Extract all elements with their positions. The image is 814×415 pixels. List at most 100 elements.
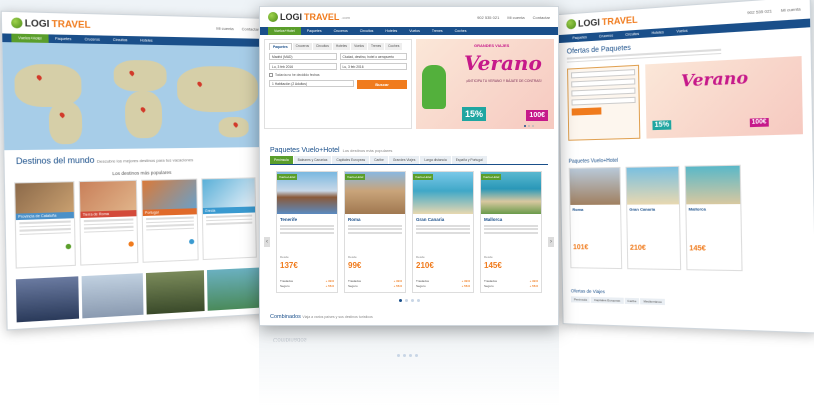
pager-dot[interactable] — [399, 299, 402, 302]
destination-caption: Provincia de Cataluña — [16, 212, 74, 220]
search-tab[interactable]: Cruceros — [293, 43, 312, 50]
pager-dot[interactable] — [524, 125, 526, 127]
nav-item[interactable]: Trenes — [426, 27, 449, 35]
package-tab[interactable]: Grandes Viajes — [389, 156, 419, 164]
go-arrow-icon[interactable] — [128, 241, 133, 246]
phone-link[interactable]: 902 535 021 — [477, 15, 499, 20]
top-link[interactable]: 902 535 021 — [747, 8, 772, 15]
date-back-field[interactable]: Lu, 3 feb 2016 — [340, 63, 408, 70]
world-map[interactable] — [2, 42, 268, 150]
search-field[interactable] — [571, 88, 635, 97]
checkbox-icon[interactable] — [269, 73, 273, 77]
carousel-prev-arrow[interactable]: ‹ — [264, 237, 270, 247]
destination-photo[interactable] — [145, 270, 204, 314]
top-link[interactable]: Mi cuenta — [781, 6, 801, 13]
banner-title: Verano — [681, 67, 749, 90]
combinados-section: Combinados Viaja a varios países y sus d… — [270, 314, 558, 320]
right-tab[interactable]: Mediterráneo — [640, 298, 665, 305]
nav-item[interactable]: Paquetes — [301, 27, 328, 35]
carousel-next-arrow[interactable]: › — [548, 237, 554, 247]
destination-card[interactable]: Portugal — [141, 179, 199, 263]
package-extras: Traslados + 39 € Seguro + 56 € — [280, 278, 334, 288]
search-tab[interactable]: Coches — [385, 43, 402, 50]
search-tab[interactable]: Vuelos — [351, 43, 367, 50]
date-out-field[interactable]: Lu, 3 feb 2016 — [269, 63, 337, 70]
top-link[interactable]: Mi cuenta — [216, 25, 234, 30]
banner-pager — [524, 125, 534, 127]
search-tab[interactable]: Circuitos — [313, 43, 332, 50]
nav-item[interactable]: Vuelos+Hotel — [268, 27, 301, 35]
nav-item[interactable]: Circuitos — [354, 27, 380, 35]
search-tab[interactable]: Hoteles — [333, 43, 350, 50]
search-field[interactable] — [571, 78, 635, 87]
destination-card[interactable]: Grecia — [201, 177, 257, 260]
left-logo[interactable]: LOGI TRAVEL — [11, 17, 91, 30]
destination-photo[interactable] — [207, 267, 264, 310]
nav-item[interactable]: Coches — [449, 27, 473, 35]
pager-dot[interactable] — [405, 299, 408, 302]
destination-text — [81, 218, 137, 232]
right-tab[interactable]: Caribe — [624, 298, 639, 305]
nav-item[interactable]: Vuelos — [403, 27, 426, 35]
nav-item[interactable]: Hoteles — [645, 28, 670, 38]
origin-field[interactable]: Madrid (MAD) — [269, 53, 337, 60]
destination-caption: Portugal — [143, 208, 197, 216]
package-tab[interactable]: Caribe — [370, 156, 388, 164]
search-button[interactable] — [572, 107, 602, 115]
package-card[interactable]: Vuelo+Hotel Tenerife Desde 137€ Traslado… — [276, 171, 338, 293]
nav-item[interactable]: Hoteles — [379, 27, 403, 35]
search-button[interactable]: Buscar — [357, 80, 407, 89]
top-link[interactable]: Contactar — [242, 26, 259, 31]
destination-photo[interactable] — [82, 273, 143, 318]
search-tab[interactable]: Trenes — [368, 43, 384, 50]
package-card[interactable]: Roma 101€ — [569, 167, 622, 269]
destination-card[interactable]: Provincia de Cataluña — [14, 181, 76, 268]
search-tab[interactable]: Paquetes — [269, 43, 292, 50]
rooms-field[interactable]: 1 Habitación (2 Adultos) — [269, 80, 354, 87]
packages-title: Paquetes Vuelo+Hotel — [270, 147, 340, 154]
pager-dot[interactable] — [411, 299, 414, 302]
destination-photo[interactable] — [16, 276, 79, 322]
package-card[interactable]: Gran Canaria 210€ — [626, 166, 682, 270]
promo-banner[interactable]: GRANDES VIAJES Verano ¡ANTICIPA TU VERAN… — [416, 39, 554, 129]
package-card[interactable]: Vuelo+Hotel Gran Canaria Desde 210€ Tras… — [412, 171, 474, 293]
extra-label: Seguro — [416, 284, 426, 288]
search-field[interactable] — [571, 69, 635, 78]
account-link[interactable]: Mi cuenta — [507, 15, 524, 20]
package-card[interactable]: Mallorca 145€ — [685, 165, 743, 271]
pager-dot[interactable] — [417, 299, 420, 302]
nav-item[interactable]: Paquetes — [566, 33, 593, 43]
contact-link[interactable]: Contactar — [533, 15, 550, 20]
map-land — [14, 64, 82, 107]
search-field[interactable] — [571, 97, 635, 106]
right-promo-banner[interactable]: Verano 15% 100€ — [645, 56, 803, 139]
right-tab[interactable]: Capitales Europeas — [591, 297, 623, 304]
logo-accent: TRAVEL — [52, 18, 91, 30]
destination-field[interactable]: Ciudad, destino, hotel o aeropuerto — [340, 53, 408, 60]
nav-item[interactable]: Cruceros — [328, 27, 354, 35]
package-card[interactable]: Vuelo+Hotel Mallorca Desde 145€ Traslado… — [480, 171, 542, 293]
package-card[interactable]: Vuelo+Hotel Roma Desde 99€ Traslados + 39… — [344, 171, 406, 293]
pager-dot[interactable] — [528, 125, 530, 127]
package-tab[interactable]: Baleares y Canarias — [294, 156, 332, 164]
package-tab[interactable]: Larga distancia — [420, 156, 450, 164]
price-label: Desde — [280, 255, 289, 259]
banner-top-text: GRANDES VIAJES — [474, 43, 509, 48]
pager-dot[interactable] — [532, 125, 534, 127]
right-logo[interactable]: LOGI TRAVEL — [566, 14, 637, 29]
extra-label: Traslados — [280, 279, 293, 283]
nav-item[interactable]: Circuitos — [619, 29, 645, 39]
destination-card[interactable]: Tierra de Roma — [79, 180, 139, 266]
destination-caption: Tierra de Roma — [80, 210, 136, 218]
logo-suffix: .com — [341, 15, 350, 20]
center-logo[interactable]: LOGI TRAVEL .com — [268, 12, 350, 22]
undecided-dates-checkbox[interactable]: Todavía no he decidido fechas — [269, 73, 407, 77]
go-arrow-icon[interactable] — [66, 244, 72, 250]
package-tab[interactable]: Capitales Europeas — [332, 156, 369, 164]
nav-item[interactable]: Vuelos — [670, 26, 694, 36]
right-tab[interactable]: Península — [571, 296, 590, 303]
go-arrow-icon[interactable] — [189, 239, 194, 244]
package-tab[interactable]: España y Portugal — [452, 156, 487, 164]
package-tab[interactable]: Península — [270, 156, 293, 164]
nav-item[interactable]: Cruceros — [593, 31, 619, 41]
